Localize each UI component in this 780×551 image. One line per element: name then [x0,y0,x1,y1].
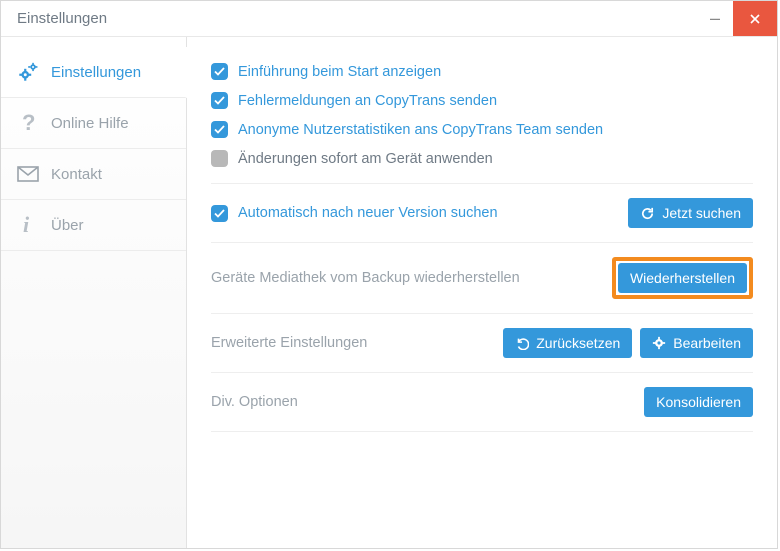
window-title: Einstellungen [17,10,107,27]
svg-text:i: i [23,214,30,236]
checkbox-checked-icon [211,121,228,138]
checkbox-checked-icon [211,92,228,109]
row-label: Geräte Mediathek vom Backup wiederherste… [211,270,520,286]
button-group: Zurücksetzen Bearbeiten [503,328,753,358]
titlebar: Einstellungen – [1,1,777,37]
row-auto-update: Automatisch nach neuer Version suchen Je… [211,183,753,243]
minimize-button[interactable]: – [697,1,733,36]
reset-button[interactable]: Zurücksetzen [503,328,632,358]
sidebar-item-contact[interactable]: Kontakt [1,149,186,200]
option-label: Anonyme Nutzerstatistiken ans CopyTrans … [238,122,603,138]
option-apply-immediately[interactable]: Änderungen sofort am Gerät anwenden [211,144,753,173]
sidebar-item-label: Über [51,217,84,234]
sidebar-item-settings[interactable]: Einstellungen [1,47,187,98]
option-label: Einführung beim Start anzeigen [238,64,441,80]
settings-window: Einstellungen – [0,0,778,549]
row-misc: Div. Optionen Konsolidieren [211,373,753,432]
main-panel: Einführung beim Start anzeigen Fehlermel… [187,37,777,548]
sidebar-item-help[interactable]: ? Online Hilfe [1,98,186,149]
svg-text:?: ? [22,112,35,134]
option-show-intro[interactable]: Einführung beim Start anzeigen [211,57,753,86]
envelope-icon [17,163,39,185]
highlight-frame: Wiederherstellen [612,257,753,299]
gear-icon [652,336,666,350]
row-advanced: Erweiterte Einstellungen Zurücksetzen [211,314,753,373]
row-restore: Geräte Mediathek vom Backup wiederherste… [211,243,753,314]
close-icon [749,13,761,25]
row-label: Erweiterte Einstellungen [211,335,367,351]
checkbox-checked-icon [211,205,228,222]
option-anon-stats[interactable]: Anonyme Nutzerstatistiken ans CopyTrans … [211,115,753,144]
close-button[interactable] [733,1,777,36]
checkbox-checked-icon [211,63,228,80]
sidebar-item-label: Kontakt [51,166,102,183]
sidebar-item-about[interactable]: i Über [1,200,186,251]
window-body: Einstellungen ? Online Hilfe Kontakt [1,37,777,548]
gears-icon [17,61,39,83]
check-now-button[interactable]: Jetzt suchen [628,198,753,228]
checkbox-unchecked-icon [211,150,228,167]
option-label: Änderungen sofort am Gerät anwenden [238,151,493,167]
restore-button[interactable]: Wiederherstellen [618,263,747,293]
undo-icon [515,336,529,350]
sidebar-item-label: Online Hilfe [51,115,129,132]
consolidate-button[interactable]: Konsolidieren [644,387,753,417]
titlebar-buttons: – [697,1,777,36]
row-label: Div. Optionen [211,394,298,410]
option-send-errors[interactable]: Fehlermeldungen an CopyTrans senden [211,86,753,115]
refresh-icon [640,206,655,221]
option-label: Automatisch nach neuer Version suchen [238,205,498,221]
question-icon: ? [17,112,39,134]
edit-button[interactable]: Bearbeiten [640,328,753,358]
sidebar: Einstellungen ? Online Hilfe Kontakt [1,37,187,548]
option-label: Fehlermeldungen an CopyTrans senden [238,93,497,109]
sidebar-item-label: Einstellungen [51,64,141,81]
option-auto-update[interactable]: Automatisch nach neuer Version suchen [211,205,498,222]
info-icon: i [17,214,39,236]
